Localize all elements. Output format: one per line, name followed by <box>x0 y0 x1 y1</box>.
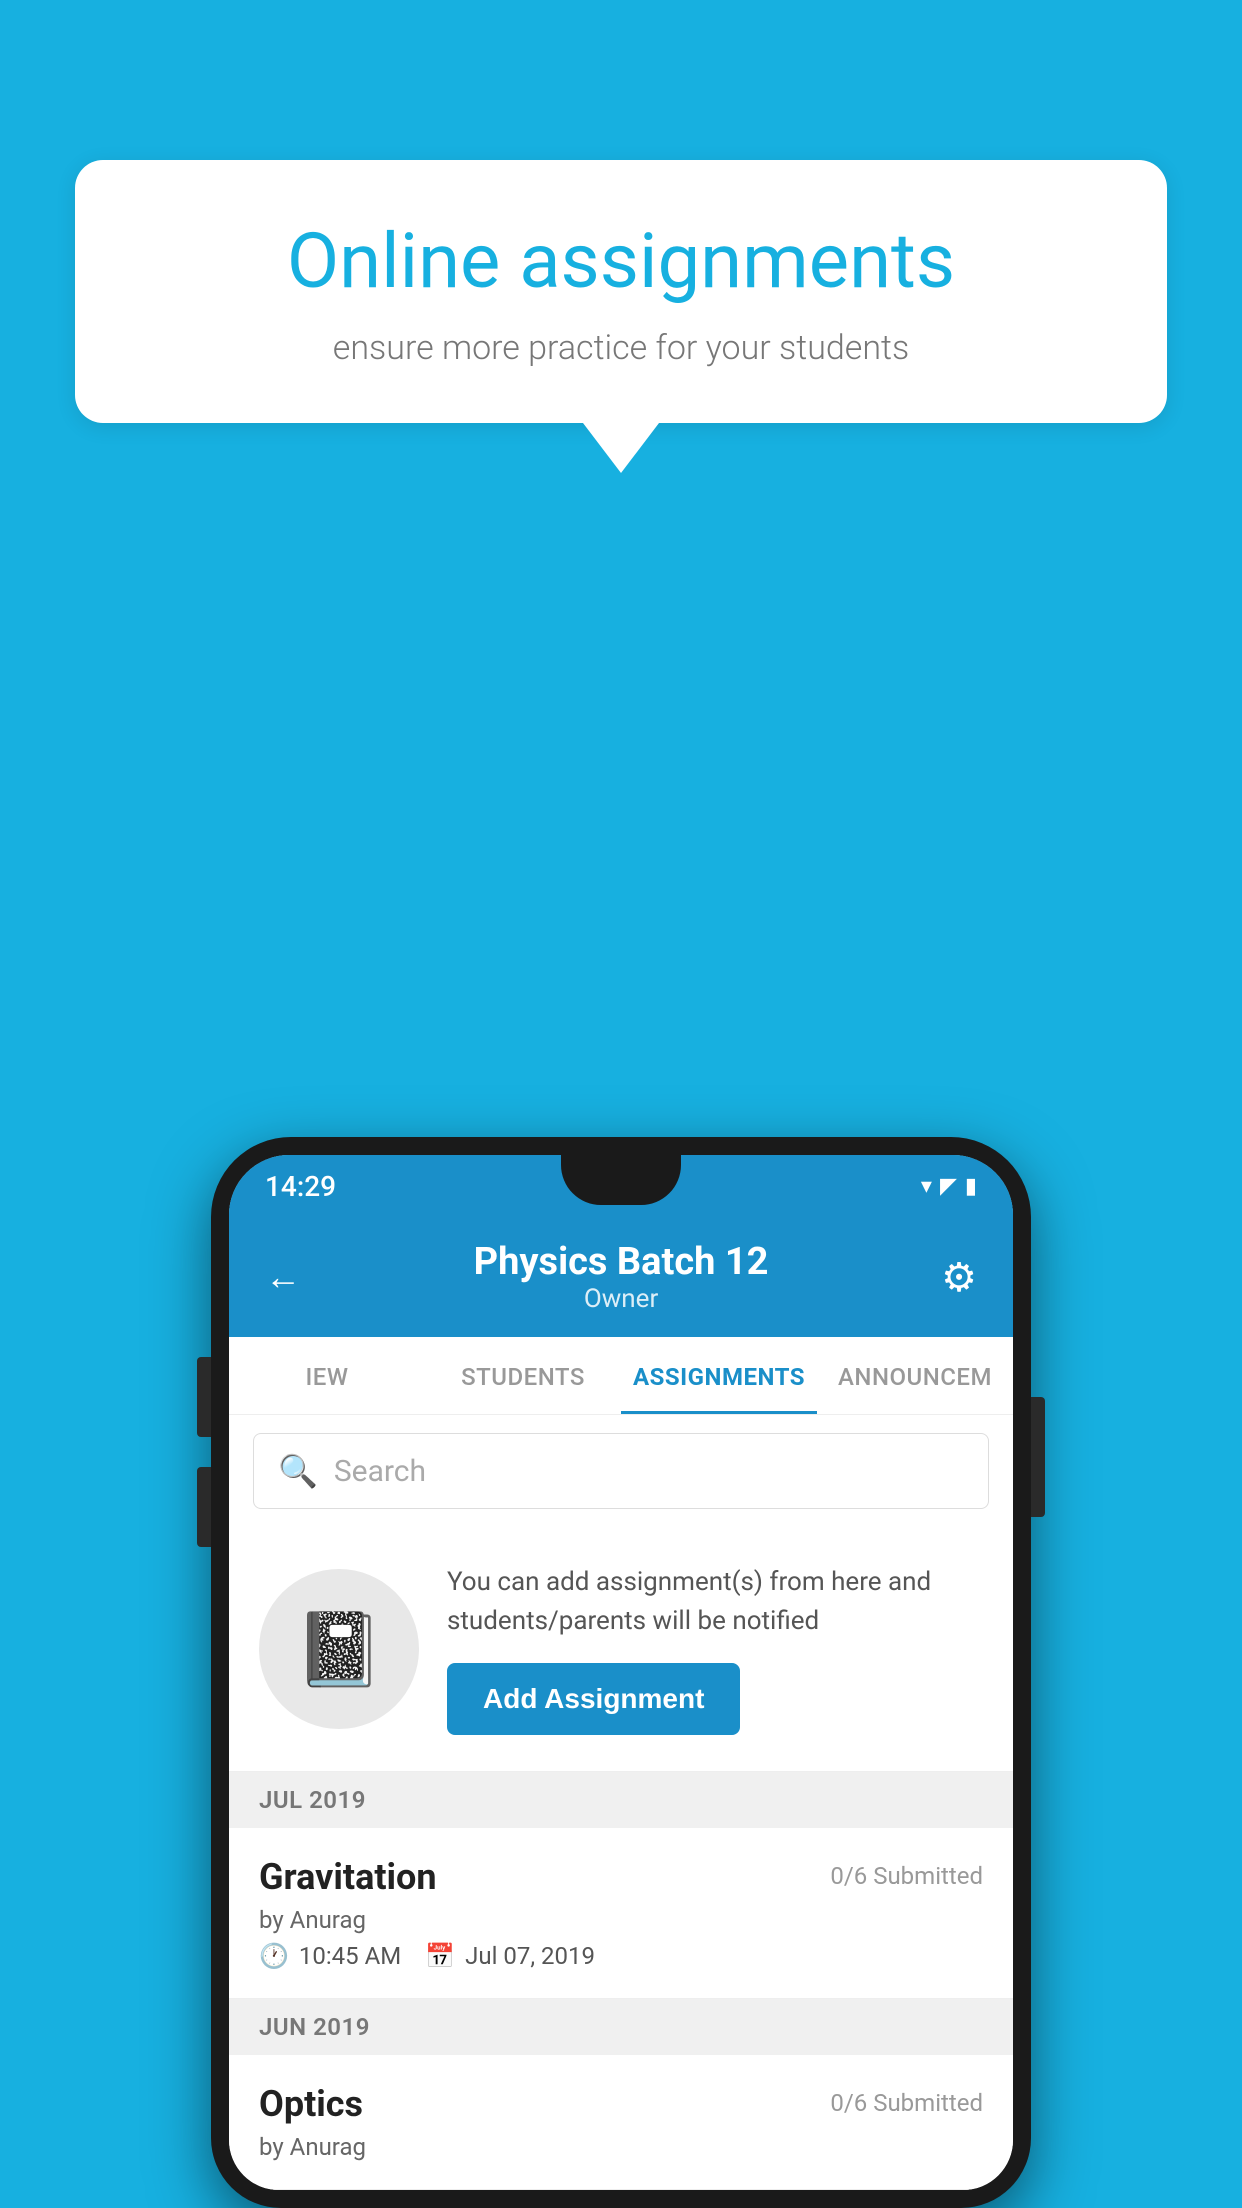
wifi-icon: ▾ <box>921 1174 932 1199</box>
promo-card: 📓 You can add assignment(s) from here an… <box>229 1527 1013 1772</box>
search-icon: 🔍 <box>278 1452 318 1490</box>
section-header-jul2019: JUL 2019 <box>229 1772 1013 1828</box>
assignment-meta-row: 🕐 10:45 AM 📅 Jul 07, 2019 <box>259 1942 983 1970</box>
search-container: 🔍 Search <box>229 1415 1013 1527</box>
assignment-row-header: Gravitation 0/6 Submitted <box>259 1856 983 1898</box>
add-assignment-button[interactable]: Add Assignment <box>447 1663 740 1735</box>
promo-content: You can add assignment(s) from here and … <box>447 1563 983 1735</box>
status-icons: ▾ ◤ ▮ <box>921 1174 977 1199</box>
app-header: ← Physics Batch 12 Owner ⚙ <box>229 1217 1013 1337</box>
tab-iew[interactable]: IEW <box>229 1337 425 1414</box>
status-bar: 14:29 ▾ ◤ ▮ <box>229 1155 1013 1217</box>
promo-description: You can add assignment(s) from here and … <box>447 1563 983 1641</box>
assignment-date: 📅 Jul 07, 2019 <box>425 1942 595 1970</box>
table-row[interactable]: Gravitation 0/6 Submitted by Anurag 🕐 10… <box>229 1828 1013 1999</box>
side-button-power <box>1031 1397 1045 1517</box>
header-center: Physics Batch 12 Owner <box>474 1240 769 1314</box>
tabs-bar: IEW STUDENTS ASSIGNMENTS ANNOUNCEM <box>229 1337 1013 1415</box>
search-bar[interactable]: 🔍 Search <box>253 1433 989 1509</box>
notebook-icon: 📓 <box>294 1607 384 1692</box>
speech-bubble-wrapper: Online assignments ensure more practice … <box>75 160 1167 473</box>
speech-bubble: Online assignments ensure more practice … <box>75 160 1167 423</box>
assignment-row-header: Optics 0/6 Submitted <box>259 2083 983 2125</box>
phone-outer: 14:29 ▾ ◤ ▮ ← Physics Batch 12 Owner <box>211 1137 1031 2208</box>
assignment-time: 🕐 10:45 AM <box>259 1942 401 1970</box>
tab-assignments[interactable]: ASSIGNMENTS <box>621 1337 817 1414</box>
phone-screen: 14:29 ▾ ◤ ▮ ← Physics Batch 12 Owner <box>229 1155 1013 2190</box>
tab-announcements[interactable]: ANNOUNCEM <box>817 1337 1013 1414</box>
assignment-name: Optics <box>259 2083 363 2125</box>
table-row[interactable]: Optics 0/6 Submitted by Anurag <box>229 2055 1013 2190</box>
battery-icon: ▮ <box>965 1174 977 1199</box>
section-header-jun2019: JUN 2019 <box>229 1999 1013 2055</box>
status-bar-time: 14:29 <box>265 1170 336 1203</box>
promo-icon-circle: 📓 <box>259 1569 419 1729</box>
phone-wrapper: 14:29 ▾ ◤ ▮ ← Physics Batch 12 Owner <box>211 1137 1031 2208</box>
side-button-volume-down <box>197 1467 211 1547</box>
speech-bubble-arrow <box>583 423 659 473</box>
assignment-by: by Anurag <box>259 1906 983 1934</box>
calendar-icon: 📅 <box>425 1942 455 1970</box>
clock-icon: 🕐 <box>259 1942 289 1970</box>
side-button-volume-up <box>197 1357 211 1437</box>
back-button[interactable]: ← <box>265 1256 301 1298</box>
submitted-count: 0/6 Submitted <box>830 1862 983 1890</box>
header-title: Physics Batch 12 <box>474 1240 769 1284</box>
assignment-by: by Anurag <box>259 2133 983 2161</box>
gear-icon[interactable]: ⚙ <box>941 1254 977 1301</box>
submitted-count: 0/6 Submitted <box>830 2089 983 2117</box>
tab-students[interactable]: STUDENTS <box>425 1337 621 1414</box>
signal-icon: ◤ <box>940 1174 957 1199</box>
search-placeholder: Search <box>334 1454 426 1489</box>
header-subtitle: Owner <box>474 1284 769 1314</box>
speech-bubble-subtitle: ensure more practice for your students <box>135 328 1107 368</box>
phone-notch <box>561 1155 681 1205</box>
speech-bubble-title: Online assignments <box>135 220 1107 304</box>
assignment-name: Gravitation <box>259 1856 437 1898</box>
